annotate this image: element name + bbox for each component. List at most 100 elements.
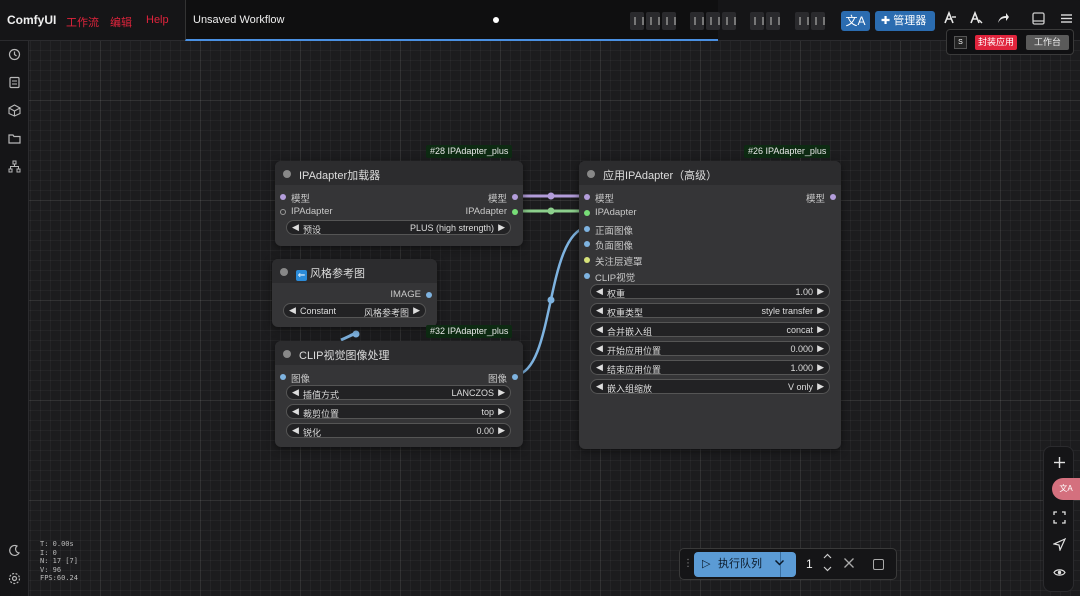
- drag-handle-icon[interactable]: ⋮: [683, 558, 693, 569]
- input-slot-negative-image[interactable]: 负面图像: [584, 238, 633, 252]
- input-port[interactable]: [584, 241, 590, 247]
- menu-workflow[interactable]: 工作流: [66, 14, 99, 30]
- model-library-icon[interactable]: [6, 104, 23, 121]
- increment-arrow-icon[interactable]: ▶: [413, 305, 420, 316]
- collapse-dot-icon[interactable]: [587, 170, 595, 178]
- cancel-close-icon[interactable]: [843, 556, 855, 572]
- align-bottom-icon[interactable]: [722, 12, 736, 30]
- package-app-button[interactable]: 封装应用: [975, 35, 1017, 50]
- decrement-arrow-icon[interactable]: ◀: [292, 387, 299, 398]
- increment-arrow-icon[interactable]: ▶: [817, 362, 824, 373]
- increment-arrow-icon[interactable]: ▶: [817, 286, 824, 297]
- input-slot-image[interactable]: 图像: [280, 371, 310, 385]
- node-library-icon[interactable]: [6, 160, 23, 177]
- decrement-arrow-icon[interactable]: ◀: [596, 324, 603, 335]
- align-left-icon[interactable]: [630, 12, 644, 30]
- input-slot-ipadapter[interactable]: IPAdapter: [280, 206, 333, 217]
- decrement-chevron-icon[interactable]: [823, 564, 832, 575]
- output-slot-image[interactable]: 图像: [488, 371, 518, 385]
- node-ipadapter-loader[interactable]: IPAdapter加载器 模型 IPAdapter 模型 IPAdapter ◀…: [275, 161, 523, 246]
- collapse-dot-icon[interactable]: [283, 350, 291, 358]
- distribute-vertical-icon[interactable]: [766, 12, 780, 30]
- same-width-icon[interactable]: [795, 12, 809, 30]
- collapse-dot-icon[interactable]: [280, 268, 288, 276]
- output-port[interactable]: [830, 194, 836, 200]
- decrement-arrow-icon[interactable]: ◀: [596, 381, 603, 392]
- input-port[interactable]: [280, 209, 286, 215]
- node-clip-vision-prep[interactable]: CLIP视觉图像处理 图像 图像 ◀ 插值方式 LANCZOS ▶ ◀ 裁剪位置…: [275, 341, 523, 447]
- decrement-arrow-icon[interactable]: ◀: [292, 425, 299, 436]
- input-port[interactable]: [280, 194, 286, 200]
- increment-arrow-icon[interactable]: ▶: [498, 222, 505, 233]
- weight-type-combo[interactable]: ◀ 权重类型 style transfer ▶: [590, 303, 830, 318]
- hamburger-menu-icon[interactable]: [1055, 11, 1077, 31]
- panel-toggle-icon[interactable]: [1027, 11, 1049, 31]
- output-port[interactable]: [512, 374, 518, 380]
- queue-list-icon[interactable]: [6, 76, 23, 93]
- weight-number[interactable]: ◀ 权重 1.00 ▶: [590, 284, 830, 299]
- output-slot-image[interactable]: IMAGE: [390, 289, 432, 300]
- menu-edit[interactable]: 编辑: [110, 14, 132, 30]
- increment-arrow-icon[interactable]: ▶: [498, 387, 505, 398]
- distribute-horizontal-icon[interactable]: [750, 12, 764, 30]
- increment-arrow-icon[interactable]: ▶: [498, 406, 505, 417]
- decrement-arrow-icon[interactable]: ◀: [289, 305, 296, 316]
- output-port[interactable]: [512, 194, 518, 200]
- node-style-reference[interactable]: ⇐ 风格参考图 IMAGE ◀ Constant 风格参考图 ▶: [272, 259, 437, 327]
- decrement-arrow-icon[interactable]: ◀: [292, 406, 299, 417]
- increment-arrow-icon[interactable]: ▶: [817, 381, 824, 392]
- decrement-arrow-icon[interactable]: ◀: [596, 362, 603, 373]
- input-port[interactable]: [584, 194, 590, 200]
- embeds-scaling-combo[interactable]: ◀ 嵌入组缩放 V only ▶: [590, 379, 830, 394]
- batch-count-input[interactable]: 1: [806, 557, 813, 571]
- input-slot-model[interactable]: 模型: [280, 191, 310, 205]
- locate-arrow-icon[interactable]: [1051, 537, 1068, 555]
- workbench-button[interactable]: 工作台: [1026, 35, 1069, 50]
- align-top-icon[interactable]: [690, 12, 704, 30]
- input-slot-clip-vision[interactable]: CLIP视觉: [584, 270, 635, 284]
- increment-arrow-icon[interactable]: ▶: [817, 305, 824, 316]
- node-title-bar[interactable]: ⇐ 风格参考图: [272, 259, 437, 283]
- chevron-down-icon[interactable]: [774, 552, 785, 577]
- increment-arrow-icon[interactable]: ▶: [817, 324, 824, 335]
- output-port[interactable]: [512, 209, 518, 215]
- increment-chevron-icon[interactable]: [823, 552, 832, 563]
- decrement-arrow-icon[interactable]: ◀: [596, 286, 603, 297]
- collapse-dot-icon[interactable]: [283, 170, 291, 178]
- translate-button[interactable]: 文A: [841, 11, 870, 31]
- node-apply-ipadapter-advanced[interactable]: 应用IPAdapter（高级） 模型 模型 IPAdapter 正面图像 负面图…: [579, 161, 841, 449]
- theme-toggle-icon[interactable]: [6, 544, 23, 561]
- zoom-in-icon[interactable]: [1051, 456, 1068, 473]
- align-right-icon[interactable]: [662, 12, 676, 30]
- run-queue-button[interactable]: ▷ 执行队列: [694, 552, 796, 577]
- decrement-arrow-icon[interactable]: ◀: [596, 343, 603, 354]
- share-icon[interactable]: [992, 11, 1014, 31]
- constant-combo[interactable]: ◀ Constant 风格参考图 ▶: [283, 303, 426, 318]
- visibility-eye-icon[interactable]: [1051, 566, 1068, 583]
- increment-arrow-icon[interactable]: ▶: [817, 343, 824, 354]
- combine-embeds-combo[interactable]: ◀ 合并嵌入组 concat ▶: [590, 322, 830, 337]
- manager-button[interactable]: ✚ 管理器: [875, 11, 935, 31]
- node-title-bar[interactable]: CLIP视觉图像处理: [275, 341, 523, 365]
- align-center-icon[interactable]: [646, 12, 660, 30]
- menu-help[interactable]: Help: [146, 14, 169, 26]
- decrement-arrow-icon[interactable]: ◀: [292, 222, 299, 233]
- input-port[interactable]: [584, 226, 590, 232]
- start-at-number[interactable]: ◀ 开始应用位置 0.000 ▶: [590, 341, 830, 356]
- output-slot-model[interactable]: 模型: [488, 191, 518, 205]
- node-title-bar[interactable]: IPAdapter加载器: [275, 161, 523, 185]
- input-slot-positive-image[interactable]: 正面图像: [584, 223, 633, 237]
- preset-combo[interactable]: ◀ 预设 PLUS (high strength) ▶: [286, 220, 511, 235]
- output-slot-model[interactable]: 模型: [806, 191, 836, 205]
- same-height-icon[interactable]: [811, 12, 825, 30]
- crop-position-combo[interactable]: ◀ 裁剪位置 top ▶: [286, 404, 511, 419]
- fit-view-icon[interactable]: [1051, 511, 1068, 528]
- history-icon[interactable]: [6, 48, 23, 65]
- node-title-bar[interactable]: 应用IPAdapter（高级）: [579, 161, 841, 185]
- translate-alt-icon[interactable]: [965, 10, 987, 31]
- input-slot-attn-mask[interactable]: 关注层遮罩: [584, 254, 643, 268]
- stop-square-icon[interactable]: [873, 559, 884, 570]
- folder-icon[interactable]: [6, 132, 23, 149]
- input-port[interactable]: [584, 273, 590, 279]
- settings-gear-icon[interactable]: [6, 572, 23, 589]
